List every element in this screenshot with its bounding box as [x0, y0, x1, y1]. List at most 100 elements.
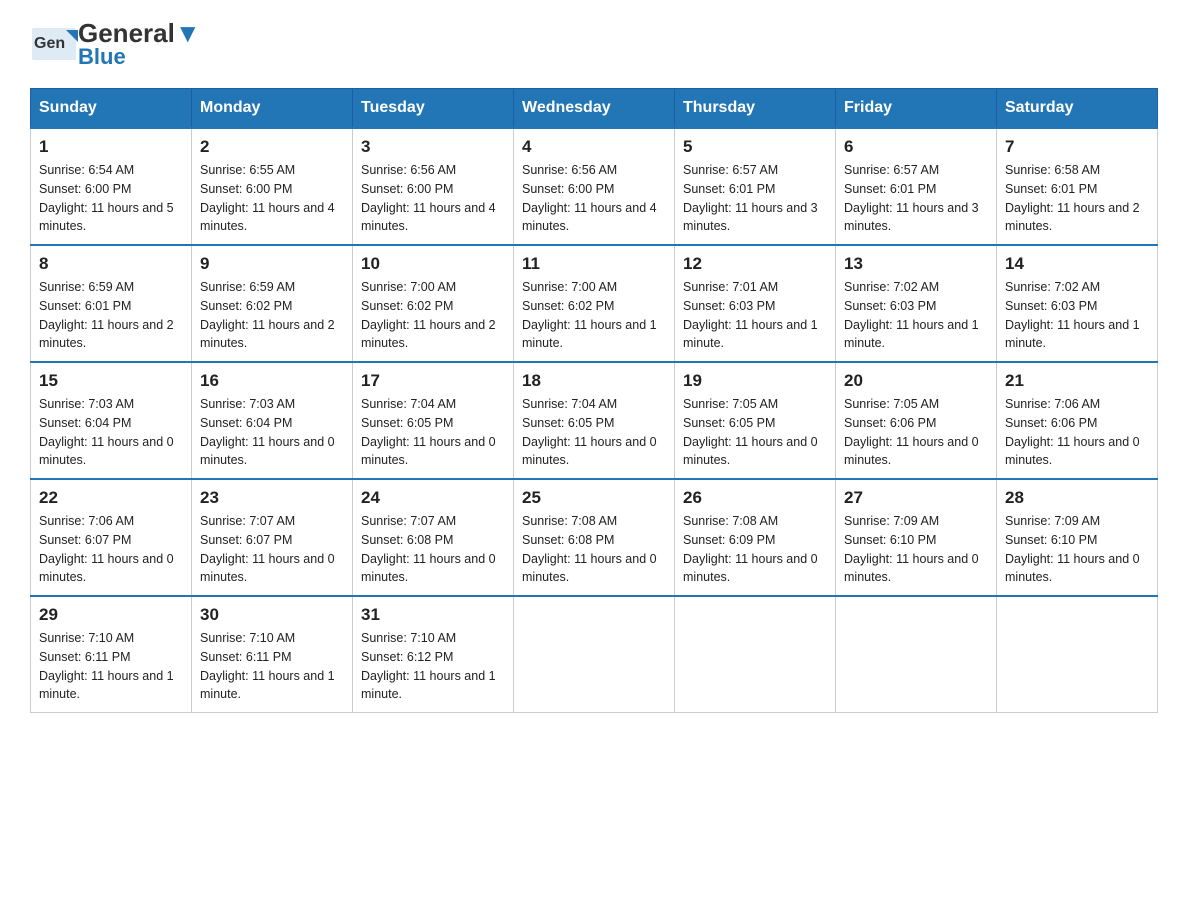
calendar-cell: 1 Sunrise: 6:54 AM Sunset: 6:00 PM Dayli… [31, 128, 192, 245]
day-number: 26 [683, 488, 827, 508]
col-header-monday: Monday [192, 89, 353, 129]
calendar-cell: 7 Sunrise: 6:58 AM Sunset: 6:01 PM Dayli… [997, 128, 1158, 245]
day-number: 28 [1005, 488, 1149, 508]
col-header-friday: Friday [836, 89, 997, 129]
day-info: Sunrise: 7:10 AM Sunset: 6:12 PM Dayligh… [361, 629, 505, 704]
calendar-cell [997, 596, 1158, 713]
day-number: 18 [522, 371, 666, 391]
calendar-cell: 31 Sunrise: 7:10 AM Sunset: 6:12 PM Dayl… [353, 596, 514, 713]
calendar-week-row: 22 Sunrise: 7:06 AM Sunset: 6:07 PM Dayl… [31, 479, 1158, 596]
calendar-week-row: 8 Sunrise: 6:59 AM Sunset: 6:01 PM Dayli… [31, 245, 1158, 362]
day-number: 23 [200, 488, 344, 508]
calendar-week-row: 15 Sunrise: 7:03 AM Sunset: 6:04 PM Dayl… [31, 362, 1158, 479]
calendar-cell: 8 Sunrise: 6:59 AM Sunset: 6:01 PM Dayli… [31, 245, 192, 362]
day-number: 25 [522, 488, 666, 508]
day-number: 27 [844, 488, 988, 508]
day-info: Sunrise: 7:08 AM Sunset: 6:09 PM Dayligh… [683, 512, 827, 587]
calendar-cell: 19 Sunrise: 7:05 AM Sunset: 6:05 PM Dayl… [675, 362, 836, 479]
calendar-cell: 4 Sunrise: 6:56 AM Sunset: 6:00 PM Dayli… [514, 128, 675, 245]
calendar-cell: 24 Sunrise: 7:07 AM Sunset: 6:08 PM Dayl… [353, 479, 514, 596]
calendar-cell: 23 Sunrise: 7:07 AM Sunset: 6:07 PM Dayl… [192, 479, 353, 596]
day-info: Sunrise: 7:05 AM Sunset: 6:06 PM Dayligh… [844, 395, 988, 470]
col-header-saturday: Saturday [997, 89, 1158, 129]
calendar-table: SundayMondayTuesdayWednesdayThursdayFrid… [30, 88, 1158, 713]
day-info: Sunrise: 7:00 AM Sunset: 6:02 PM Dayligh… [522, 278, 666, 353]
calendar-cell: 9 Sunrise: 6:59 AM Sunset: 6:02 PM Dayli… [192, 245, 353, 362]
day-info: Sunrise: 6:54 AM Sunset: 6:00 PM Dayligh… [39, 161, 183, 236]
day-info: Sunrise: 7:01 AM Sunset: 6:03 PM Dayligh… [683, 278, 827, 353]
calendar-cell: 21 Sunrise: 7:06 AM Sunset: 6:06 PM Dayl… [997, 362, 1158, 479]
calendar-cell [514, 596, 675, 713]
calendar-cell: 12 Sunrise: 7:01 AM Sunset: 6:03 PM Dayl… [675, 245, 836, 362]
day-info: Sunrise: 7:02 AM Sunset: 6:03 PM Dayligh… [1005, 278, 1149, 353]
day-number: 21 [1005, 371, 1149, 391]
day-number: 3 [361, 137, 505, 157]
day-info: Sunrise: 6:56 AM Sunset: 6:00 PM Dayligh… [522, 161, 666, 236]
calendar-cell: 30 Sunrise: 7:10 AM Sunset: 6:11 PM Dayl… [192, 596, 353, 713]
day-number: 17 [361, 371, 505, 391]
day-info: Sunrise: 6:57 AM Sunset: 6:01 PM Dayligh… [844, 161, 988, 236]
day-number: 24 [361, 488, 505, 508]
day-number: 11 [522, 254, 666, 274]
calendar-cell: 15 Sunrise: 7:03 AM Sunset: 6:04 PM Dayl… [31, 362, 192, 479]
day-number: 19 [683, 371, 827, 391]
day-info: Sunrise: 7:03 AM Sunset: 6:04 PM Dayligh… [200, 395, 344, 470]
calendar-cell: 22 Sunrise: 7:06 AM Sunset: 6:07 PM Dayl… [31, 479, 192, 596]
calendar-cell [836, 596, 997, 713]
day-number: 16 [200, 371, 344, 391]
calendar-cell: 29 Sunrise: 7:10 AM Sunset: 6:11 PM Dayl… [31, 596, 192, 713]
svg-text:Gen: Gen [34, 35, 65, 52]
day-number: 14 [1005, 254, 1149, 274]
day-info: Sunrise: 7:00 AM Sunset: 6:02 PM Dayligh… [361, 278, 505, 353]
day-info: Sunrise: 7:08 AM Sunset: 6:08 PM Dayligh… [522, 512, 666, 587]
col-header-tuesday: Tuesday [353, 89, 514, 129]
day-info: Sunrise: 6:57 AM Sunset: 6:01 PM Dayligh… [683, 161, 827, 236]
day-number: 9 [200, 254, 344, 274]
day-number: 8 [39, 254, 183, 274]
calendar-cell: 18 Sunrise: 7:04 AM Sunset: 6:05 PM Dayl… [514, 362, 675, 479]
calendar-header-row: SundayMondayTuesdayWednesdayThursdayFrid… [31, 89, 1158, 129]
calendar-cell [675, 596, 836, 713]
calendar-cell: 10 Sunrise: 7:00 AM Sunset: 6:02 PM Dayl… [353, 245, 514, 362]
calendar-cell: 5 Sunrise: 6:57 AM Sunset: 6:01 PM Dayli… [675, 128, 836, 245]
day-info: Sunrise: 6:56 AM Sunset: 6:00 PM Dayligh… [361, 161, 505, 236]
day-info: Sunrise: 7:03 AM Sunset: 6:04 PM Dayligh… [39, 395, 183, 470]
col-header-thursday: Thursday [675, 89, 836, 129]
day-number: 1 [39, 137, 183, 157]
day-number: 20 [844, 371, 988, 391]
logo-icon: Gen [30, 20, 78, 68]
day-info: Sunrise: 7:04 AM Sunset: 6:05 PM Dayligh… [522, 395, 666, 470]
calendar-cell: 11 Sunrise: 7:00 AM Sunset: 6:02 PM Dayl… [514, 245, 675, 362]
calendar-cell: 2 Sunrise: 6:55 AM Sunset: 6:00 PM Dayli… [192, 128, 353, 245]
calendar-cell: 20 Sunrise: 7:05 AM Sunset: 6:06 PM Dayl… [836, 362, 997, 479]
day-number: 22 [39, 488, 183, 508]
calendar-cell: 28 Sunrise: 7:09 AM Sunset: 6:10 PM Dayl… [997, 479, 1158, 596]
calendar-week-row: 29 Sunrise: 7:10 AM Sunset: 6:11 PM Dayl… [31, 596, 1158, 713]
day-info: Sunrise: 6:58 AM Sunset: 6:01 PM Dayligh… [1005, 161, 1149, 236]
calendar-cell: 27 Sunrise: 7:09 AM Sunset: 6:10 PM Dayl… [836, 479, 997, 596]
calendar-cell: 3 Sunrise: 6:56 AM Sunset: 6:00 PM Dayli… [353, 128, 514, 245]
day-info: Sunrise: 6:59 AM Sunset: 6:02 PM Dayligh… [200, 278, 344, 353]
day-number: 12 [683, 254, 827, 274]
calendar-cell: 13 Sunrise: 7:02 AM Sunset: 6:03 PM Dayl… [836, 245, 997, 362]
day-info: Sunrise: 7:02 AM Sunset: 6:03 PM Dayligh… [844, 278, 988, 353]
day-info: Sunrise: 7:09 AM Sunset: 6:10 PM Dayligh… [844, 512, 988, 587]
day-number: 5 [683, 137, 827, 157]
day-info: Sunrise: 7:05 AM Sunset: 6:05 PM Dayligh… [683, 395, 827, 470]
logo: Gen General▼ Blue [30, 20, 201, 68]
day-number: 7 [1005, 137, 1149, 157]
day-info: Sunrise: 7:04 AM Sunset: 6:05 PM Dayligh… [361, 395, 505, 470]
day-number: 13 [844, 254, 988, 274]
day-info: Sunrise: 7:10 AM Sunset: 6:11 PM Dayligh… [39, 629, 183, 704]
day-number: 15 [39, 371, 183, 391]
day-info: Sunrise: 6:59 AM Sunset: 6:01 PM Dayligh… [39, 278, 183, 353]
day-info: Sunrise: 7:06 AM Sunset: 6:07 PM Dayligh… [39, 512, 183, 587]
day-number: 2 [200, 137, 344, 157]
day-number: 6 [844, 137, 988, 157]
calendar-cell: 16 Sunrise: 7:03 AM Sunset: 6:04 PM Dayl… [192, 362, 353, 479]
day-number: 31 [361, 605, 505, 625]
calendar-week-row: 1 Sunrise: 6:54 AM Sunset: 6:00 PM Dayli… [31, 128, 1158, 245]
day-number: 30 [200, 605, 344, 625]
col-header-wednesday: Wednesday [514, 89, 675, 129]
calendar-cell: 26 Sunrise: 7:08 AM Sunset: 6:09 PM Dayl… [675, 479, 836, 596]
